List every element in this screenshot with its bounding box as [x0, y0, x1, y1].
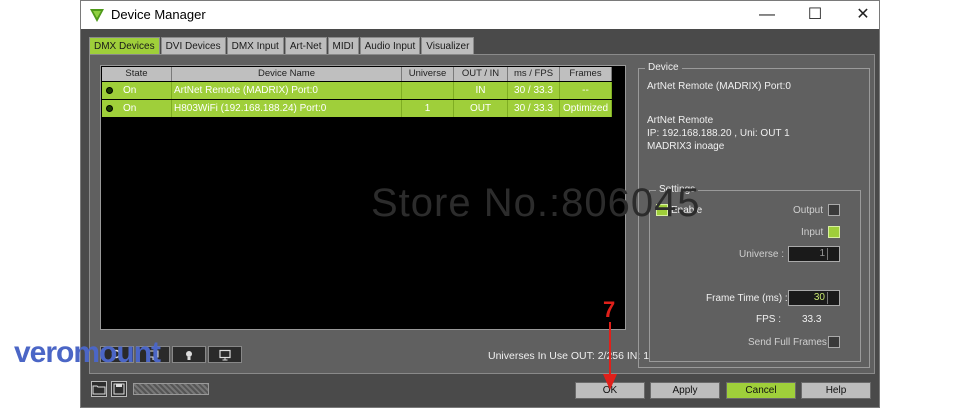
dialog-button-bar: OK Apply Cancel Help [89, 379, 875, 401]
save-button[interactable] [111, 381, 127, 397]
table-row[interactable]: On H803WiFi (192.168.188.24) Port:0 1 OU… [102, 100, 612, 117]
filename-field[interactable] [133, 383, 209, 395]
tab-dvi-devices[interactable]: DVI Devices [160, 37, 226, 54]
fps-value: 33.3 [802, 314, 822, 325]
output-checkbox[interactable] [828, 204, 840, 216]
cancel-button[interactable]: Cancel [726, 382, 796, 399]
apply-button[interactable]: Apply [650, 382, 720, 399]
device-list-header: State Device Name Universe OUT / IN ms /… [102, 67, 612, 81]
brand-watermark: veromount [14, 336, 161, 369]
input-checkbox[interactable] [828, 226, 840, 238]
ms-fps-cell: 30 / 33.3 [508, 82, 560, 99]
tab-dmx-input[interactable]: DMX Input [226, 37, 284, 54]
status-led-icon [106, 105, 113, 112]
column-frames[interactable]: Frames [560, 67, 612, 81]
universe-value: 1 [819, 248, 825, 259]
tab-audio-input[interactable]: Audio Input [359, 37, 421, 54]
title-bar[interactable]: Device Manager — ☐ ✕ [81, 1, 879, 29]
maximize-button[interactable]: ☐ [793, 1, 837, 29]
close-button[interactable]: ✕ [841, 1, 885, 29]
column-device-name[interactable]: Device Name [172, 67, 402, 81]
folder-icon [92, 385, 106, 395]
input-label: Input [801, 227, 824, 238]
device-group-legend: Device [645, 62, 682, 73]
monitor-icon [219, 349, 231, 360]
state-text: On [123, 103, 137, 114]
monitor-button[interactable] [208, 346, 242, 363]
device-name-cell: H803WiFi (192.168.188.24) Port:0 [172, 100, 402, 117]
minimize-button[interactable]: — [745, 1, 789, 29]
universe-label: Universe : [739, 249, 785, 260]
frame-time-label: Frame Time (ms) : [706, 293, 788, 304]
column-state[interactable]: State [102, 67, 172, 81]
save-icon [113, 383, 125, 395]
light-test-button[interactable] [172, 346, 206, 363]
column-out-in[interactable]: OUT / IN [454, 67, 508, 81]
device-name-cell: ArtNet Remote (MADRIX) Port:0 [172, 82, 402, 99]
spin-arrows-icon[interactable] [827, 292, 838, 304]
screen: { "window": { "title": "Device Manager" … [0, 0, 960, 408]
universes-in-use-status: Universes In Use OUT: 2/256 IN: 1 [488, 350, 650, 362]
frame-time-spinbox[interactable]: 30 [788, 290, 840, 306]
state-cell: On [102, 82, 172, 99]
tab-dmx-devices[interactable]: DMX Devices [89, 37, 160, 55]
universe-cell: 1 [402, 100, 454, 117]
tab-midi[interactable]: MIDI [327, 37, 359, 54]
device-description: MADRIX3 inoage [647, 141, 725, 152]
device-manager-window: Device Manager — ☐ ✕ DMX Devices DVI Dev… [80, 0, 880, 408]
output-label: Output [793, 205, 824, 216]
universe-spinbox[interactable]: 1 [788, 246, 840, 262]
out-in-cell: OUT [454, 100, 508, 117]
down-arrow-icon [603, 322, 617, 390]
column-ms-fps[interactable]: ms / FPS [508, 67, 560, 81]
send-full-frames-checkbox[interactable] [828, 336, 840, 348]
device-ip-info: IP: 192.168.188.20 , Uni: OUT 1 [647, 128, 790, 139]
out-in-cell: IN [454, 82, 508, 99]
fps-label: FPS : [756, 314, 782, 325]
help-button[interactable]: Help [801, 382, 871, 399]
ms-fps-cell: 30 / 33.3 [508, 100, 560, 117]
spin-arrows-icon[interactable] [827, 248, 838, 260]
frame-time-value: 30 [813, 292, 825, 303]
tab-visualizer[interactable]: Visualizer [421, 37, 475, 54]
column-universe[interactable]: Universe [402, 67, 454, 81]
device-type: ArtNet Remote [647, 115, 714, 126]
step-number-annotation: 7 [603, 297, 616, 322]
madrix-app-icon [90, 9, 104, 22]
universe-cell [402, 82, 454, 99]
status-led-icon [106, 87, 113, 94]
state-text: On [123, 85, 137, 96]
tab-art-net[interactable]: Art-Net [284, 37, 327, 54]
state-cell: On [102, 100, 172, 117]
table-row[interactable]: On ArtNet Remote (MADRIX) Port:0 IN 30 /… [102, 82, 612, 99]
frames-cell: Optimized [560, 100, 612, 117]
light-icon [186, 350, 192, 360]
frames-cell: -- [560, 82, 612, 99]
window-title: Device Manager [111, 7, 206, 22]
store-watermark: Store No.:806045 [371, 181, 701, 225]
send-full-frames-label: Send Full Frames [748, 337, 827, 348]
open-folder-button[interactable] [91, 381, 107, 397]
selected-device-name: ArtNet Remote (MADRIX) Port:0 [647, 81, 791, 92]
tab-strip: DMX Devices DVI Devices DMX Input Art-Ne… [89, 37, 475, 55]
